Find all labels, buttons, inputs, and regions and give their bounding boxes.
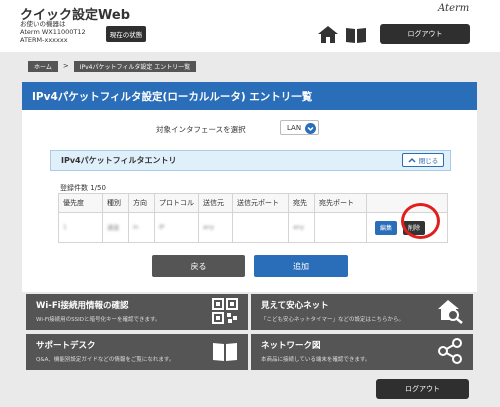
section-title: IPv4パケットフィルタエントリ: [61, 156, 177, 165]
table-row: 1 通過 in IP any any 編集 削除: [58, 212, 448, 243]
chevron-up-icon: [408, 157, 416, 163]
direction-value: in: [133, 224, 139, 231]
column-header: 送信元: [198, 193, 233, 213]
table-cell: any: [288, 212, 315, 243]
table-cell: [314, 212, 367, 243]
table-cell: IP: [154, 212, 199, 243]
tile-network-map[interactable]: ネットワーク図 本商品に接続している端末を確認できます。: [251, 334, 473, 370]
tile-description: Q&A、機能別設定ガイドなどの情報をご覧になれます。: [36, 357, 175, 363]
protocol-value: IP: [159, 224, 165, 231]
brand-logo: Aterm: [438, 3, 470, 14]
column-header: 種別: [102, 193, 129, 213]
device-info-line: お使いの機器は: [20, 20, 66, 28]
house-search-icon: [438, 300, 463, 324]
logout-button[interactable]: ログアウト: [380, 24, 470, 44]
tile-title: ネットワーク図: [261, 341, 321, 351]
table-cell: any: [198, 212, 233, 243]
interface-select-value: LAN: [287, 123, 302, 132]
breadcrumb-separator: >: [62, 62, 69, 70]
column-header: プロトコル: [154, 193, 199, 213]
column-header: 方向: [128, 193, 155, 213]
device-model: Aterm WX11000T12: [20, 28, 86, 36]
add-button[interactable]: 追加: [254, 255, 348, 277]
network-share-icon: [438, 338, 462, 364]
chevron-down-icon: [305, 123, 316, 134]
tile-description: 「こども安心ネットタイマー」などの設定はこちらから。: [261, 317, 405, 323]
device-id: ATERM-xxxxxx: [20, 36, 68, 44]
tile-safe-net[interactable]: 見えて安心ネット 「こども安心ネットタイマー」などの設定はこちらから。: [251, 294, 473, 330]
qr-code-icon: [212, 298, 238, 324]
source-value: any: [203, 224, 215, 231]
table-cell: in: [128, 212, 155, 243]
column-header: 優先度: [58, 193, 103, 213]
entry-table: 優先度 種別 方向 プロトコル 送信元 送信元ポート 宛先 宛先ポート 1 通過…: [58, 193, 448, 243]
current-status-button[interactable]: 現在の状態: [106, 26, 146, 42]
table-header-row: 優先度 種別 方向 プロトコル 送信元 送信元ポート 宛先 宛先ポート: [58, 193, 448, 213]
device-info: お使いの機器は Aterm WX11000T12 ATERM-xxxxxx: [20, 20, 86, 44]
tile-title: Wi-Fi接続用情報の確認: [36, 301, 129, 311]
destination-value: any: [293, 224, 305, 231]
tile-description: Wi-Fi接続用のSSIDと暗号化キーを確認できます。: [36, 317, 161, 323]
page-title: IPv4パケットフィルタ設定(ローカルルータ) エントリ一覧: [22, 82, 477, 110]
home-icon[interactable]: [318, 26, 338, 43]
back-button[interactable]: 戻る: [152, 255, 245, 277]
header: クイック設定Web お使いの機器は Aterm WX11000T12 ATERM…: [0, 0, 500, 52]
tile-wifi-info[interactable]: Wi-Fi接続用情報の確認 Wi-Fi接続用のSSIDと暗号化キーを確認できます…: [26, 294, 248, 330]
interface-label: 対象インタフェースを選択: [156, 125, 246, 134]
highlight-circle: [401, 203, 440, 239]
book-open-icon: [213, 343, 237, 361]
column-header: 送信元ポート: [232, 193, 289, 213]
entry-count: 登録件数 1/50: [60, 184, 106, 192]
edit-button[interactable]: 編集: [375, 220, 397, 235]
collapse-button-label: 閉じる: [418, 157, 439, 165]
type-value: 通過: [107, 225, 120, 232]
book-icon[interactable]: [345, 27, 367, 43]
tile-title: サポートデスク: [36, 341, 96, 351]
interface-select[interactable]: LAN: [280, 120, 319, 135]
column-header: 宛先ポート: [314, 193, 367, 213]
table-cell: [232, 212, 289, 243]
logout-button-bottom[interactable]: ログアウト: [376, 379, 469, 399]
table-cell: 1: [58, 212, 103, 243]
section-header: IPv4パケットフィルタエントリ: [50, 150, 451, 171]
collapse-button[interactable]: 閉じる: [402, 153, 444, 167]
column-header: 宛先: [288, 193, 315, 213]
breadcrumb-home[interactable]: ホーム: [28, 60, 58, 72]
tile-title: 見えて安心ネット: [261, 301, 329, 311]
table-cell: 通過: [102, 212, 129, 243]
tile-description: 本商品に接続している端末を確認できます。: [261, 357, 371, 363]
breadcrumb-current: IPv4パケットフィルタ設定 エントリ一覧: [73, 60, 197, 72]
tile-support-desk[interactable]: サポートデスク Q&A、機能別設定ガイドなどの情報をご覧になれます。: [26, 334, 248, 370]
breadcrumb: ホーム > IPv4パケットフィルタ設定 エントリ一覧: [28, 60, 197, 72]
priority-value: 1: [63, 224, 67, 231]
